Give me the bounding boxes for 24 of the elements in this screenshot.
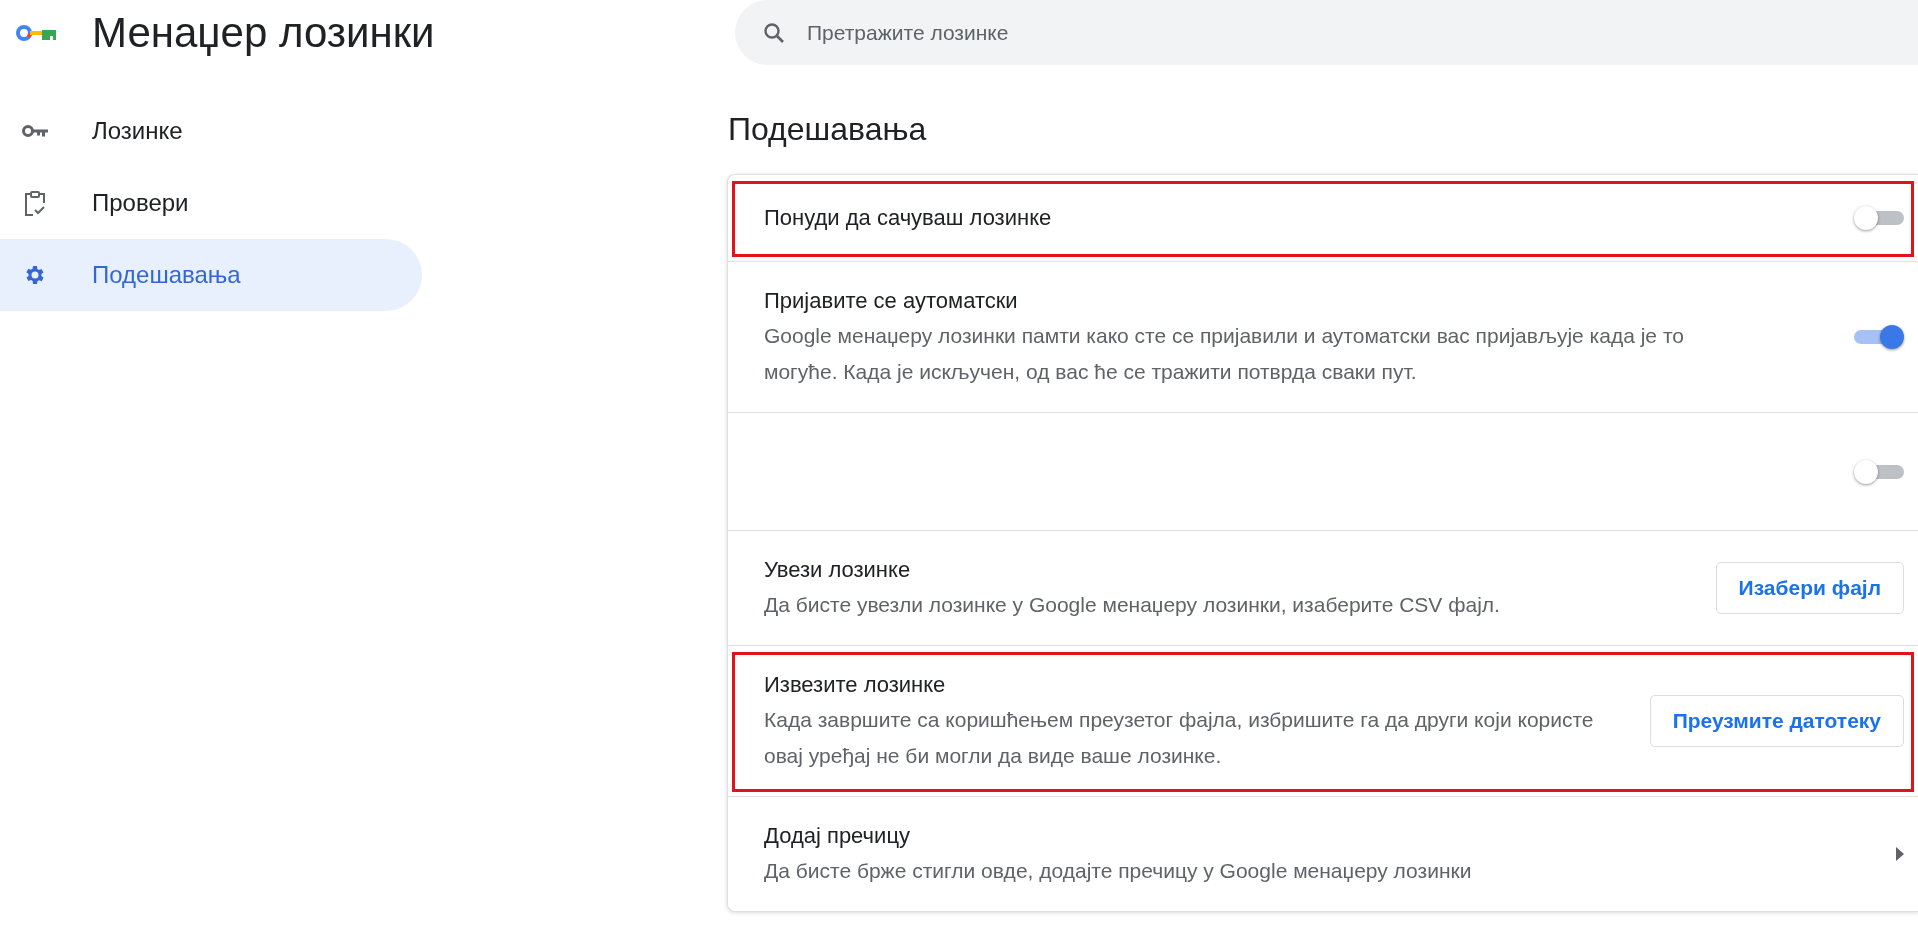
sidebar-item[interactable]: Провери: [0, 167, 422, 239]
key-logo-icon: [16, 24, 56, 42]
clipboard-check-icon: [24, 189, 46, 217]
search-icon: [763, 21, 785, 44]
action-button[interactable]: Преузмите датотеку: [1649, 695, 1904, 747]
setting-description: Да бисте увезли лозинке у Google менаџеру лозинки, изаберите CSV фајл.: [764, 592, 1501, 618]
section-heading: Подешавања: [728, 111, 928, 148]
search-input[interactable]: Претражите лозинке: [805, 19, 1409, 46]
action-button[interactable]: Изабери фајл: [1715, 562, 1904, 614]
sidebar-item[interactable]: Лозинке: [0, 95, 422, 167]
setting-description: Када завршите са коришћењем преузетог фајла, избришите га да други који користе овај уређај не би могли да виде ваше лозинке.: [764, 707, 1595, 769]
setting-title: Додај пречицу: [764, 822, 911, 850]
sidebar-item[interactable]: Подешавања: [0, 239, 422, 311]
toggle-switch[interactable]: [1854, 323, 1904, 351]
setting-title: Извезите лозинке: [764, 671, 947, 699]
setting-title: Увези лозинке: [764, 556, 912, 584]
key-icon: [22, 124, 48, 138]
chevron-right-icon[interactable]: [1896, 847, 1904, 861]
setting-description: Да бисте брже стигли овде, додајте пречицу у Google менаџеру лозинки: [764, 858, 1473, 884]
app-title: Менаџер лозинки: [92, 9, 435, 57]
toggle-switch[interactable]: [1854, 204, 1904, 232]
setting-title: Пријавите се аутоматски: [764, 287, 1019, 315]
setting-title: Понуди да сачуваш лозинке: [764, 204, 1053, 232]
setting-description: Google менаџеру лозинки памти како сте се пријавили и аутоматски вас пријављује када је то могуће. Када је искључен, од вас ће се тражити потврда сваки пут.: [764, 323, 1684, 385]
